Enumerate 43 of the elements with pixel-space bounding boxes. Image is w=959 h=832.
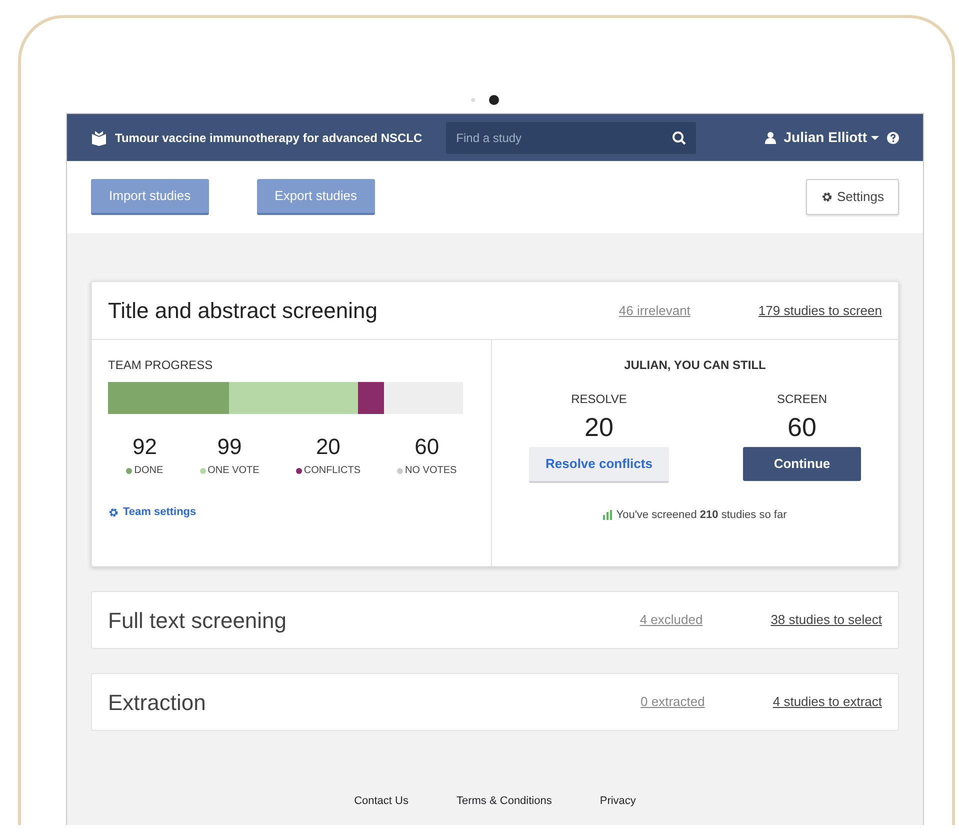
legend-label: ONE VOTE (208, 464, 260, 478)
caret-icon (871, 134, 879, 140)
bar-chart-icon (603, 510, 612, 520)
count-value: 92 (131, 433, 158, 461)
legend-label: CONFLICTS (304, 464, 361, 478)
action-label: RESOLVE (571, 391, 627, 408)
team-settings-link[interactable]: Team settings (108, 504, 196, 521)
actions-heading: JULIAN, YOU CAN STILL (623, 357, 767, 374)
stage-count-link[interactable]: 46 irrelevant (618, 300, 690, 320)
count-value: 60 (414, 433, 440, 461)
stage-title: Extraction (108, 688, 206, 716)
action-count: 20 (584, 411, 614, 444)
stage-count-link[interactable]: 0 extracted (640, 692, 705, 712)
footer-link[interactable]: Privacy (600, 793, 636, 810)
continue-button[interactable]: Continue (743, 447, 861, 480)
footer-link[interactable]: Contact Us (354, 793, 408, 810)
stage-count-link[interactable]: 4 studies to extract (772, 692, 882, 712)
help-icon[interactable] (887, 132, 899, 144)
resolve-button[interactable]: Resolve conflicts (529, 447, 669, 482)
search-field[interactable]: Find a study (446, 122, 696, 154)
camera-icon (489, 95, 499, 105)
book-icon (91, 130, 107, 146)
stage-title: Title and abstract screening (108, 297, 378, 325)
app-title: Tumour vaccine immunotherapy for advanced NSCLC (115, 130, 422, 146)
footer-link[interactable]: Terms & Conditions (456, 793, 552, 810)
count-value: 20 (314, 433, 342, 461)
stage-count-link[interactable]: 4 excluded (640, 610, 703, 630)
user-menu[interactable]: Julian Elliott (764, 127, 879, 148)
stage-count-link[interactable]: 38 studies to select (770, 610, 882, 630)
settings-button[interactable]: Settings (806, 179, 899, 215)
count-value: 99 (216, 433, 243, 461)
stage-count-link[interactable]: 179 studies to screen (758, 300, 882, 320)
gear-icon (821, 191, 834, 203)
search-icon (672, 130, 686, 144)
action-count: 60 (788, 411, 816, 444)
legend-label: DONE (134, 464, 164, 478)
screened-summary: You've screened 210 studies so far (616, 508, 787, 522)
action-label: SCREEN (776, 391, 827, 408)
stage-title: Full text screening (108, 606, 287, 635)
gear-icon (108, 507, 119, 518)
legend-label: NO VOTES (405, 464, 457, 478)
progress-heading: TEAM PROGRESS (108, 357, 214, 374)
person-icon (764, 132, 776, 144)
